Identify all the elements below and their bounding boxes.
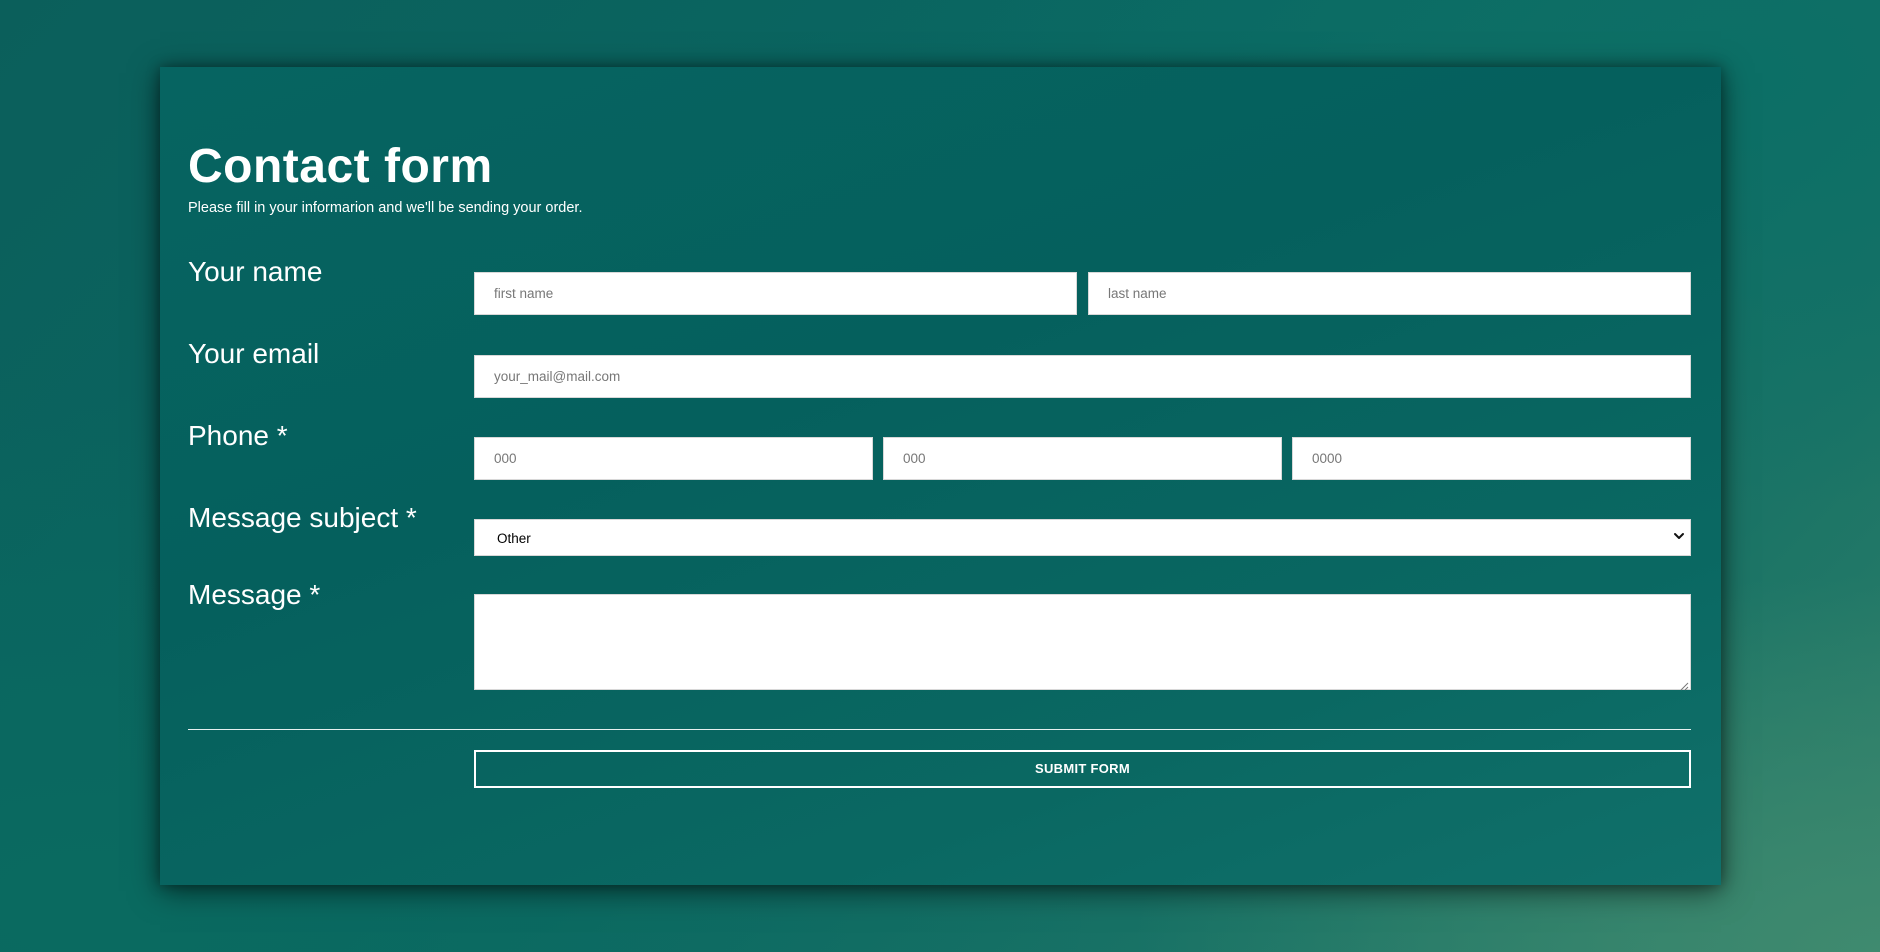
subject-select[interactable]: Other: [474, 519, 1691, 556]
email-label: Your email: [188, 338, 320, 369]
chevron-down-icon: [1672, 529, 1686, 543]
first-name-input[interactable]: [474, 272, 1077, 315]
last-name-input[interactable]: [1088, 272, 1691, 315]
phone-label: Phone *: [188, 420, 288, 451]
form-title: Contact form: [188, 140, 493, 193]
form-subtitle: Please fill in your informarion and we'l…: [188, 200, 583, 216]
subject-label: Message subject *: [188, 502, 417, 533]
resize-grip-icon[interactable]: [1679, 678, 1689, 691]
name-label: Your name: [188, 256, 323, 287]
phone-line-number-input[interactable]: [1292, 437, 1691, 480]
phone-area-code-input[interactable]: [474, 437, 873, 480]
email-input[interactable]: [474, 355, 1691, 398]
phone-prefix-input[interactable]: [883, 437, 1282, 480]
form-divider: [188, 729, 1691, 730]
subject-selected-value: Other: [497, 531, 531, 546]
submit-form-button[interactable]: SUBMIT FORM: [474, 750, 1691, 788]
message-textarea[interactable]: [474, 594, 1691, 691]
message-label: Message *: [188, 579, 321, 610]
contact-form-card: Contact form Please fill in your informa…: [160, 67, 1721, 885]
